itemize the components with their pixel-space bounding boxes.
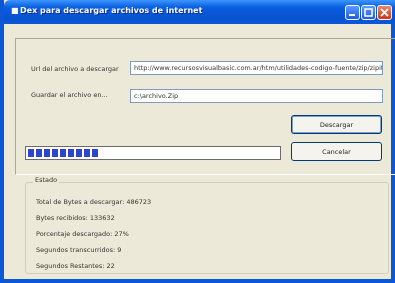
app-icon: ■ xyxy=(11,6,19,15)
url-label: Url del archivo a descargar xyxy=(31,65,119,73)
elapsed-seconds-text: Segundos transcurridos: 9 xyxy=(36,246,122,254)
progress-block xyxy=(76,149,82,157)
progress-block xyxy=(60,149,66,157)
maximize-icon xyxy=(364,8,373,17)
status-group-title: Estado xyxy=(33,176,60,184)
total-bytes-text: Total de Bytes a descargar: 486723 xyxy=(36,198,152,206)
download-progress-bar xyxy=(25,146,281,160)
minimize-icon xyxy=(349,14,355,16)
progress-block xyxy=(92,149,98,157)
status-group xyxy=(25,182,389,274)
progress-block xyxy=(36,149,42,157)
cancel-button-label: Cancelar xyxy=(322,147,351,156)
cancel-button[interactable]: Cancelar xyxy=(291,142,382,161)
maximize-button[interactable] xyxy=(361,5,376,20)
progress-fill xyxy=(28,149,278,157)
minimize-button[interactable] xyxy=(345,5,360,20)
save-path-input[interactable]: c:\archivo.Zip xyxy=(130,89,383,103)
progress-block xyxy=(28,149,34,157)
window-title: Dex para descargar archivos de internet xyxy=(20,6,203,15)
received-bytes-text: Bytes recibidos: 133632 xyxy=(36,214,115,222)
url-input[interactable]: http://www.recursosvisualbasic.com.ar/ht… xyxy=(130,61,383,75)
save-path-label: Guardar el archivo en... xyxy=(31,91,108,99)
title-bar[interactable]: ■ Dex para descargar archivos de interne… xyxy=(4,0,395,24)
remaining-seconds-text: Segundos Restantes: 22 xyxy=(36,262,115,270)
progress-block xyxy=(68,149,74,157)
close-icon xyxy=(380,8,389,17)
download-button[interactable]: Descargar xyxy=(291,115,382,134)
progress-block xyxy=(44,149,50,157)
progress-block xyxy=(84,149,90,157)
app-window: ■ Dex para descargar archivos de interne… xyxy=(0,0,395,283)
close-button[interactable] xyxy=(377,5,392,20)
progress-block xyxy=(52,149,58,157)
download-button-label: Descargar xyxy=(319,120,354,129)
percent-downloaded-text: Porcentaje descargado: 27% xyxy=(36,230,129,238)
